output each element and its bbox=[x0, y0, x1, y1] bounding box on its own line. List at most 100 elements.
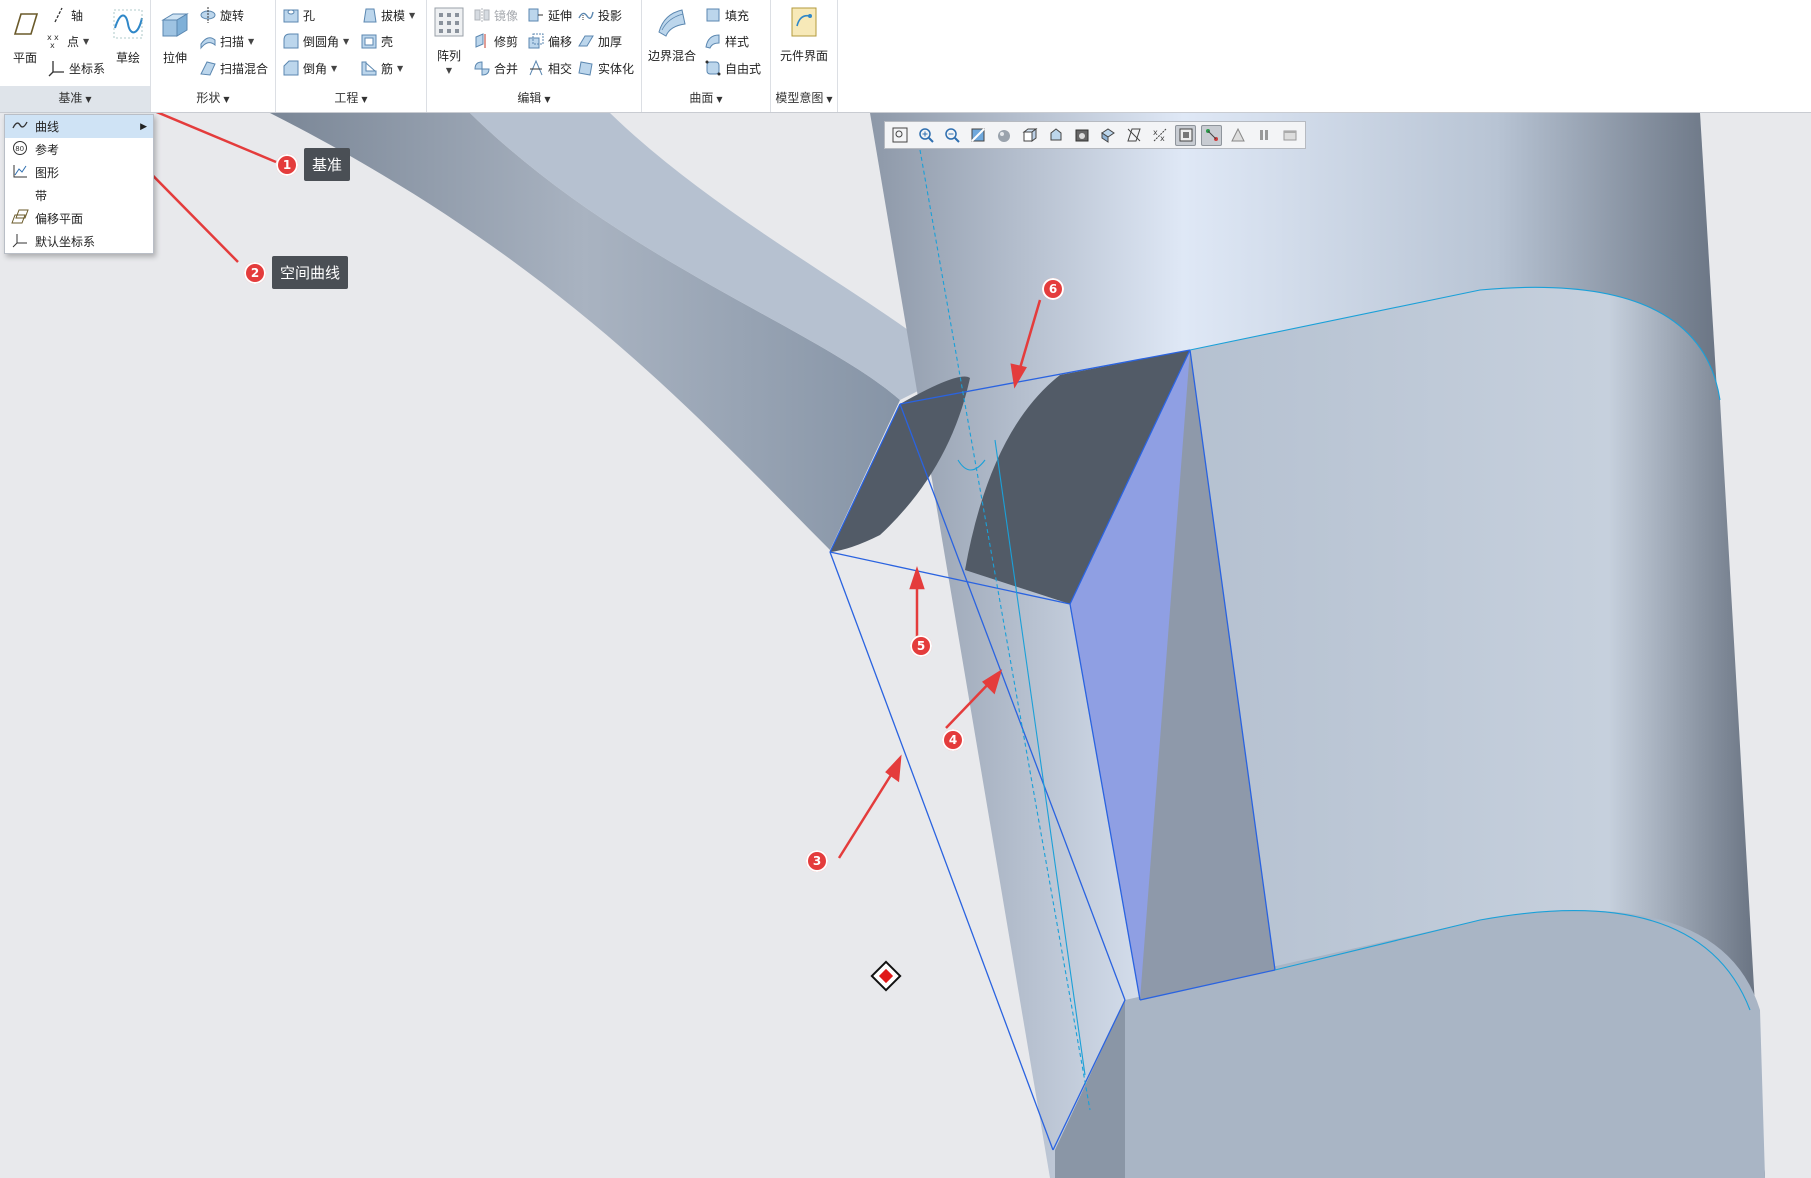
annotation-display-icon[interactable]: xx bbox=[1149, 125, 1170, 146]
extrude-button[interactable]: 拉伸 bbox=[157, 8, 193, 66]
component-interface-button[interactable]: 元件界面 bbox=[773, 6, 835, 64]
sketch-label: 草绘 bbox=[115, 51, 140, 65]
svg-text:x: x bbox=[1160, 134, 1165, 143]
extend-label: 延伸 bbox=[548, 8, 573, 23]
boundary-blend-button[interactable]: 边界混合 bbox=[644, 6, 700, 64]
round-button[interactable]: 倒圆角 ▼ bbox=[282, 32, 349, 50]
svg-text:x: x bbox=[1153, 128, 1158, 137]
merge-icon bbox=[474, 61, 490, 76]
pattern-label: 阵列 bbox=[436, 49, 461, 63]
spin-center-icon[interactable] bbox=[1175, 124, 1196, 146]
datum-group: 平面 轴 xxx 点 ▼ 坐标系 草绘 基准 ▼ bbox=[0, 0, 151, 112]
solidify-button[interactable]: 实体化 bbox=[577, 59, 634, 77]
display-style-icon[interactable] bbox=[993, 125, 1014, 146]
menu-item-ribbon[interactable]: 带 bbox=[5, 184, 153, 207]
project-label: 投影 bbox=[598, 8, 623, 23]
editing-group-menu-button[interactable]: 编辑 ▼ bbox=[427, 89, 641, 106]
shapes-group: 拉伸 旋转 扫描 ▼ 扫描混合 形状 ▼ bbox=[151, 0, 276, 112]
zoom-out-icon[interactable] bbox=[941, 125, 962, 146]
revolve-button[interactable]: 旋转 bbox=[199, 6, 244, 24]
curve-icon bbox=[5, 119, 35, 134]
offset-label: 偏移 bbox=[548, 34, 573, 49]
saved-orientations-icon[interactable] bbox=[1019, 125, 1040, 146]
csys-label: 坐标系 bbox=[69, 61, 106, 76]
draft-icon bbox=[363, 8, 377, 23]
freestyle-button[interactable]: 自由式 bbox=[704, 59, 761, 77]
extend-button[interactable]: 延伸 bbox=[527, 6, 572, 24]
mirror-button[interactable]: 镜像 bbox=[473, 6, 518, 24]
style-button[interactable]: 样式 bbox=[704, 32, 749, 50]
chevron-down-icon: ▼ bbox=[343, 36, 350, 46]
pattern-button[interactable]: 阵列 ▼ bbox=[431, 6, 467, 75]
section-icon[interactable] bbox=[1097, 125, 1118, 146]
spin-center-display-icon[interactable] bbox=[1201, 124, 1222, 146]
sketch-button[interactable]: 草绘 bbox=[110, 8, 146, 66]
freestyle-icon bbox=[705, 60, 721, 76]
offset-button[interactable]: 偏移 bbox=[527, 32, 572, 50]
rib-button[interactable]: 筋 ▼ bbox=[360, 59, 403, 77]
plane-icon bbox=[13, 13, 39, 35]
menu-item-curve[interactable]: 曲线 ▶ bbox=[5, 115, 153, 138]
appearance-icon[interactable] bbox=[1227, 125, 1248, 146]
axis-label: 轴 bbox=[71, 8, 84, 23]
axis-button[interactable]: 轴 bbox=[50, 6, 83, 24]
shell-button[interactable]: 壳 bbox=[360, 32, 393, 50]
refit-icon[interactable] bbox=[889, 125, 910, 146]
chevron-down-icon: ▼ bbox=[409, 10, 416, 20]
chevron-down-icon: ▼ bbox=[83, 36, 90, 46]
sweep-button[interactable]: 扫描 ▼ bbox=[199, 32, 254, 50]
swept-blend-button[interactable]: 扫描混合 bbox=[199, 59, 268, 77]
view-manager-icon[interactable] bbox=[1045, 125, 1066, 146]
offset-icon bbox=[528, 33, 544, 49]
window-icon[interactable] bbox=[1279, 125, 1300, 146]
menu-item-default-csys[interactable]: 默认坐标系 bbox=[5, 230, 153, 253]
chevron-down-icon: ▼ bbox=[544, 95, 551, 104]
plane-label: 平面 bbox=[12, 51, 37, 65]
plane-button[interactable]: 平面 bbox=[6, 8, 44, 66]
hole-button[interactable]: 孔 bbox=[282, 6, 315, 24]
callout-badge: 1 bbox=[276, 153, 298, 176]
ribbon-toolbar: 平面 轴 xxx 点 ▼ 坐标系 草绘 基准 ▼ 拉伸 旋转 扫描 ▼ 扫描混合… bbox=[0, 0, 1811, 113]
datum-group-menu-button[interactable]: 基准 ▼ bbox=[0, 89, 150, 106]
spin-center-marker bbox=[870, 960, 902, 992]
point-label: 点 bbox=[67, 34, 80, 49]
repaint-icon[interactable] bbox=[967, 125, 988, 146]
menu-item-label: 曲线 bbox=[35, 120, 60, 134]
thicken-button[interactable]: 加厚 bbox=[577, 32, 622, 50]
callout-3: 3 bbox=[806, 850, 828, 872]
model-intent-group-menu-button[interactable]: 模型意图 ▼ bbox=[771, 89, 837, 106]
engineering-group-menu-button[interactable]: 工程 ▼ bbox=[276, 89, 426, 106]
menu-item-offset-plane[interactable]: 偏移平面 bbox=[5, 207, 153, 230]
fill-button[interactable]: 填充 bbox=[704, 6, 749, 24]
menu-item-reference[interactable]: 80 参考 bbox=[5, 138, 153, 161]
draft-button[interactable]: 拔模 ▼ bbox=[360, 6, 415, 24]
surfaces-group-menu-button[interactable]: 曲面 ▼ bbox=[642, 89, 770, 106]
style-icon bbox=[705, 34, 720, 49]
callout-badge: 3 bbox=[806, 850, 828, 872]
trim-button[interactable]: 修剪 bbox=[473, 32, 518, 50]
pause-icon[interactable] bbox=[1253, 125, 1274, 146]
intersect-icon bbox=[529, 59, 543, 76]
intersect-button[interactable]: 相交 bbox=[527, 59, 572, 77]
component-interface-label: 元件界面 bbox=[779, 49, 828, 63]
submenu-arrow-icon: ▶ bbox=[140, 121, 147, 132]
pattern-icon bbox=[434, 7, 464, 37]
round-icon bbox=[283, 33, 299, 49]
perspective-icon[interactable] bbox=[1071, 125, 1092, 146]
point-button[interactable]: xxx 点 ▼ bbox=[46, 32, 89, 50]
callout-2: 2 空间曲线 bbox=[244, 256, 349, 289]
menu-item-graph[interactable]: 图形 bbox=[5, 161, 153, 184]
datum-display-icon[interactable] bbox=[1123, 125, 1144, 146]
shapes-group-menu-button[interactable]: 形状 ▼ bbox=[151, 89, 275, 106]
callout-badge: 6 bbox=[1042, 278, 1064, 300]
swept-blend-icon bbox=[200, 61, 216, 76]
zoom-in-icon[interactable] bbox=[915, 125, 936, 146]
merge-button[interactable]: 合并 bbox=[473, 59, 518, 77]
solidify-icon bbox=[578, 61, 593, 76]
csys-button[interactable]: 坐标系 bbox=[48, 59, 105, 77]
callout-badge: 4 bbox=[942, 729, 964, 751]
boundary-blend-label: 边界混合 bbox=[647, 49, 696, 63]
chamfer-button[interactable]: 倒角 ▼ bbox=[282, 59, 337, 77]
project-button[interactable]: 投影 bbox=[577, 6, 622, 24]
swept-blend-label: 扫描混合 bbox=[220, 61, 269, 76]
